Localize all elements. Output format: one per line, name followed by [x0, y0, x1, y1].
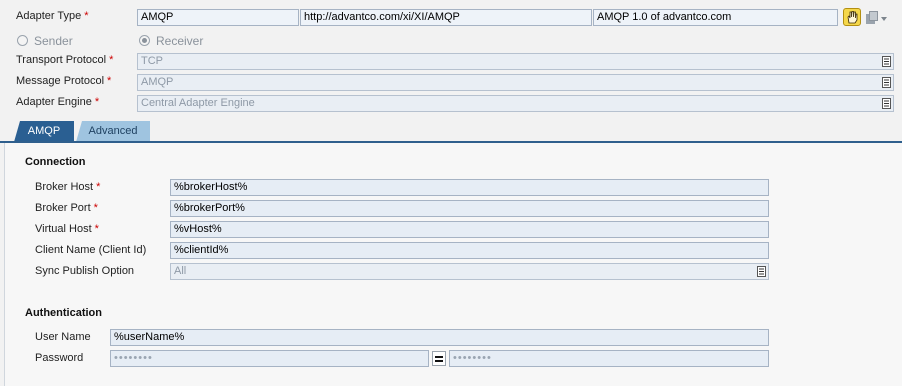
broker-host-label: Broker Host * [35, 180, 100, 194]
tab-advanced[interactable]: Advanced [76, 121, 150, 142]
hand-pointer-glyph [847, 11, 858, 24]
sender-radio-label: Sender [34, 34, 73, 48]
adapter-engine-label-text: Adapter Engine [16, 96, 92, 108]
required-marker: * [94, 96, 100, 108]
adapter-engine-value: Central Adapter Engine [141, 97, 255, 109]
required-marker: * [84, 10, 89, 22]
transport-protocol-label: Transport Protocol * [16, 53, 113, 67]
sender-radio[interactable] [17, 35, 28, 46]
transport-protocol-label-text: Transport Protocol [16, 54, 107, 66]
chevron-down-icon [881, 17, 887, 21]
adapter-type-swc-field[interactable]: AMQP 1.0 of advantco.com [593, 9, 838, 26]
copy-menu-icon[interactable] [866, 11, 890, 25]
virtual-host-label-text: Virtual Host [35, 223, 92, 235]
client-name-label: Client Name (Client Id) [35, 244, 147, 256]
receiver-radio[interactable] [139, 35, 150, 46]
value-help-icon[interactable] [757, 266, 766, 277]
required-marker: * [96, 181, 101, 193]
value-help-icon[interactable] [882, 77, 891, 88]
connection-section-title: Connection [25, 156, 86, 168]
value-help-icon[interactable] [882, 56, 891, 67]
password-label: Password [35, 352, 84, 364]
value-help-icon[interactable] [882, 98, 891, 109]
password-input[interactable]: •••••••• [110, 350, 429, 367]
user-name-input[interactable]: %userName% [110, 329, 769, 346]
client-name-input[interactable]: %clientId% [170, 242, 769, 259]
receiver-radio-label: Receiver [156, 34, 204, 48]
message-protocol-label: Message Protocol * [16, 74, 111, 88]
transport-protocol-select[interactable]: TCP [137, 53, 894, 70]
adapter-type-name-field[interactable]: AMQP [137, 9, 299, 26]
transport-protocol-value: TCP [141, 55, 163, 67]
adapter-engine-label: Adapter Engine * [16, 95, 99, 109]
message-protocol-label-text: Message Protocol [16, 75, 105, 87]
sync-publish-select[interactable]: All [170, 263, 769, 280]
required-marker: * [94, 223, 99, 235]
authentication-section-title: Authentication [25, 307, 102, 319]
required-marker: * [93, 202, 98, 214]
virtual-host-input[interactable]: %vHost% [170, 221, 769, 238]
required-marker: * [109, 54, 114, 66]
broker-port-label-text: Broker Port [35, 202, 91, 214]
tab-amqp[interactable]: AMQP [14, 121, 74, 142]
broker-host-label-text: Broker Host [35, 181, 94, 193]
broker-host-input[interactable]: %brokerHost% [170, 179, 769, 196]
copy-menu-front [869, 11, 878, 21]
adapter-type-namespace-field[interactable]: http://advantco.com/xi/XI/AMQP [300, 9, 592, 26]
hand-pointer-icon[interactable] [843, 8, 861, 26]
message-protocol-select[interactable]: AMQP [137, 74, 894, 91]
message-protocol-value: AMQP [141, 76, 174, 88]
broker-port-label: Broker Port * [35, 201, 98, 215]
virtual-host-label: Virtual Host * [35, 222, 99, 236]
equals-icon [432, 351, 446, 366]
adapter-type-label-text: Adapter Type [16, 10, 82, 22]
required-marker: * [107, 75, 112, 87]
password-confirm-input[interactable]: •••••••• [449, 350, 769, 367]
adapter-engine-select[interactable]: Central Adapter Engine [137, 95, 894, 112]
broker-port-input[interactable]: %brokerPort% [170, 200, 769, 217]
sync-publish-label: Sync Publish Option [35, 265, 135, 277]
sync-publish-value: All [174, 265, 187, 277]
user-name-label: User Name [35, 331, 91, 343]
adapter-type-label: Adapter Type * [16, 9, 89, 23]
